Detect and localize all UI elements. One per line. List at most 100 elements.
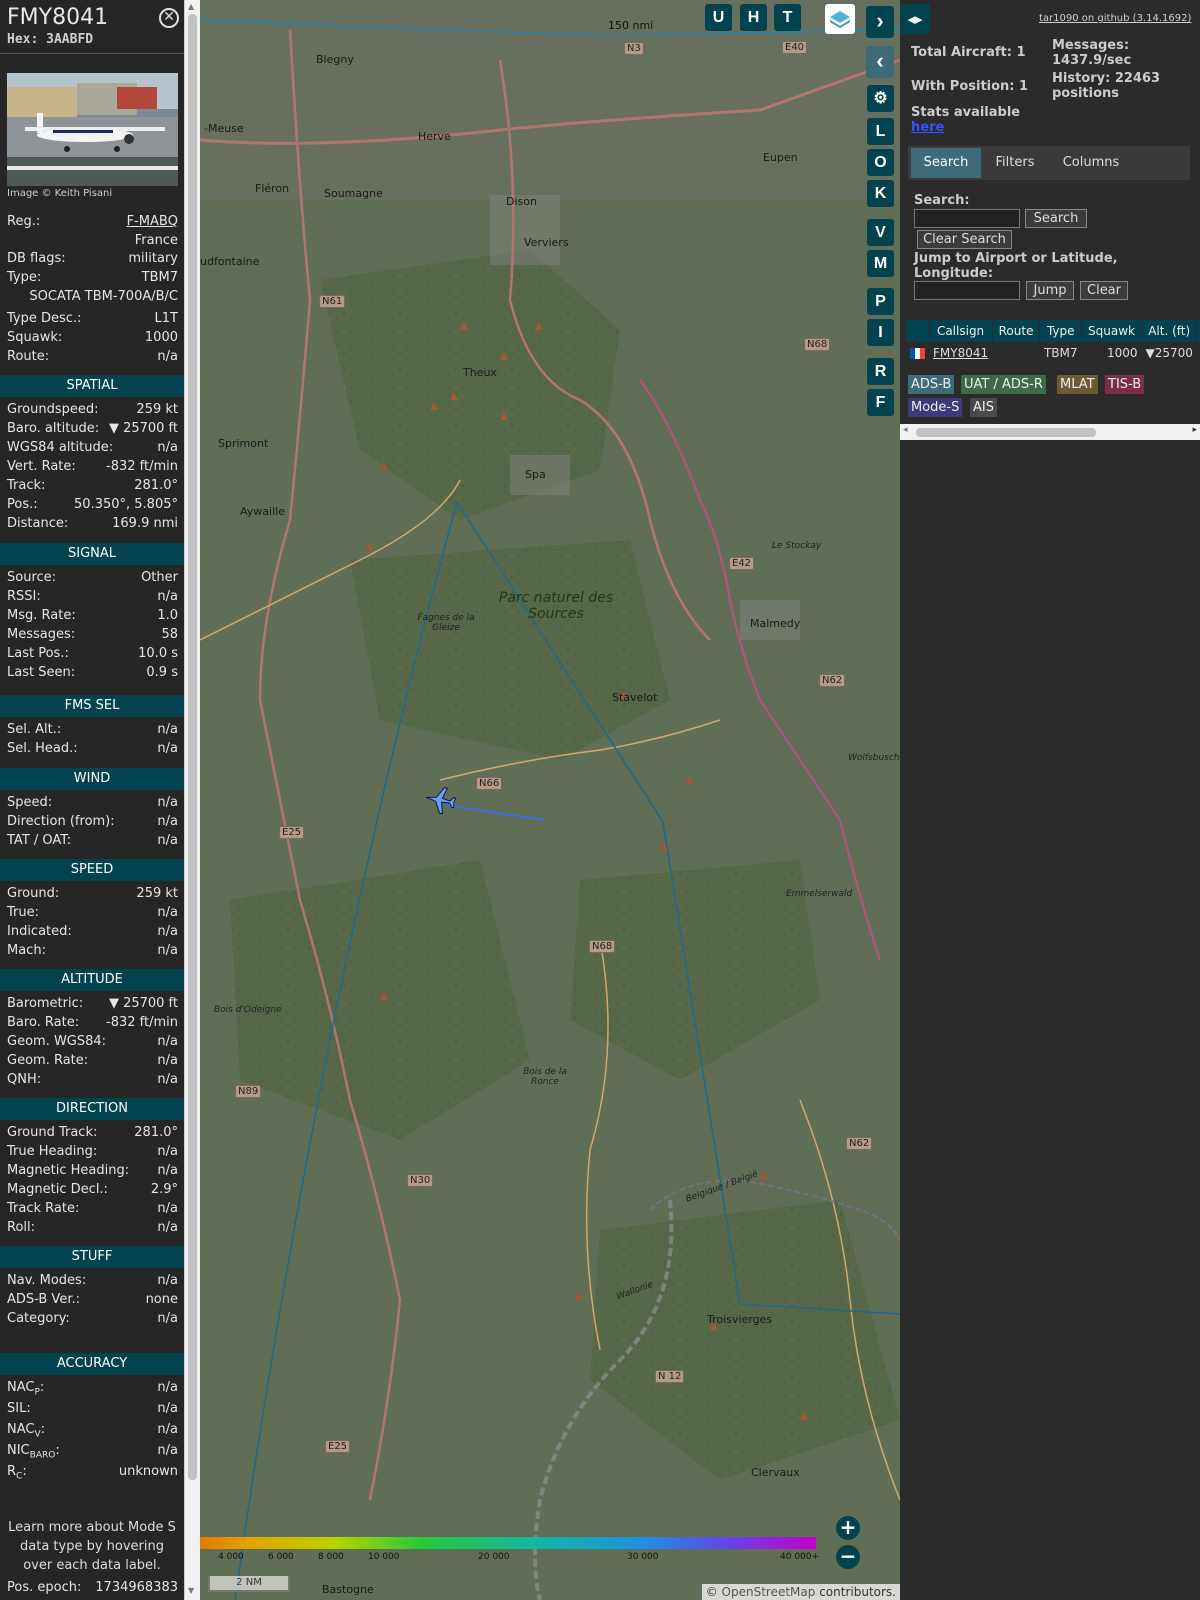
info-row: Ground: 259 kt: [7, 886, 178, 901]
map-label-town: Aywaille: [240, 505, 285, 518]
info-row: Last Seen: 0.9 s: [7, 665, 178, 680]
info-row: True: n/a: [7, 905, 178, 920]
scroll-up-arrow-icon[interactable]: ▲: [188, 2, 194, 11]
info-row: Geom. Rate: n/a: [7, 1053, 178, 1068]
selected-hex: Hex: 3AABFD: [7, 32, 94, 47]
altitude-legend-tick: 8 000: [318, 1552, 344, 1562]
scroll-right-arrow-icon[interactable]: ▸: [1192, 425, 1197, 435]
zoom-in-button[interactable]: +: [836, 1516, 860, 1540]
altitude-legend-tick: 40 000+: [780, 1552, 820, 1562]
map-label-town: Verviers: [524, 236, 569, 249]
table-header-route[interactable]: Route: [992, 320, 1041, 342]
table-header-altitude[interactable]: Alt. (ft): [1141, 320, 1198, 342]
table-scrollbar-thumb[interactable]: [916, 428, 1096, 437]
tab-filters[interactable]: Filters: [984, 148, 1046, 178]
info-row: True Heading: n/a: [7, 1144, 178, 1159]
map-button-o[interactable]: O: [867, 149, 894, 176]
map-label-town: Troisvierges: [707, 1313, 773, 1326]
map-button-m[interactable]: M: [867, 250, 894, 277]
source-badge-ais[interactable]: AIS: [970, 398, 997, 417]
tab-columns[interactable]: Columns: [1049, 148, 1133, 178]
map-button-l[interactable]: L: [867, 118, 894, 145]
map-label-town: Eupen: [763, 151, 798, 164]
osm-link[interactable]: OpenStreetMap: [722, 1585, 816, 1599]
search-label: Search:: [914, 193, 970, 208]
collapse-left-chevron-icon[interactable]: ‹: [866, 46, 894, 78]
section-signal: SIGNAL: [0, 543, 184, 565]
map-label-place: Bois d'Odeigne: [214, 1005, 282, 1015]
road-shield: E25: [279, 826, 305, 839]
map-label-town: Fléron: [255, 182, 290, 195]
map-label-park: Parc naturel des Sources: [498, 590, 614, 622]
table-header-squawk[interactable]: Squawk: [1081, 320, 1142, 342]
road-shield: N61: [319, 295, 346, 308]
map-button-p[interactable]: P: [867, 288, 894, 315]
scroll-left-arrow-icon[interactable]: ◂: [903, 425, 908, 435]
source-badge-tisb[interactable]: TIS-B: [1105, 375, 1145, 394]
range-ring-label: 150 nmi: [608, 19, 654, 32]
map-button-u[interactable]: U: [705, 4, 732, 31]
search-input[interactable]: [914, 209, 1020, 228]
info-row: Direction (from): n/a: [7, 814, 178, 829]
aircraft-photo[interactable]: [7, 73, 178, 186]
map-button-h[interactable]: H: [740, 4, 767, 31]
altitude-legend-tick: 20 000: [478, 1552, 510, 1562]
info-row: Track Rate: n/a: [7, 1201, 178, 1216]
source-badge-mlat[interactable]: MLAT: [1057, 375, 1098, 394]
table-header-callsign[interactable]: Callsign: [929, 320, 993, 342]
row-type: TBM7: [1043, 345, 1078, 360]
road-shield: N62: [846, 1137, 873, 1150]
photo-credit: Image © Keith Pisani: [7, 188, 113, 199]
expand-right-chevron-icon[interactable]: ›: [866, 6, 894, 38]
info-row: Distance: 169.9 nmi: [7, 516, 178, 531]
jump-button[interactable]: Jump: [1026, 281, 1074, 300]
layers-button[interactable]: [825, 4, 855, 34]
map-button-v[interactable]: V: [867, 219, 894, 246]
table-horizontal-scrollbar[interactable]: ◂ ▸: [900, 424, 1200, 440]
clear-search-button[interactable]: Clear Search: [917, 230, 1012, 249]
road-shield: N3: [624, 42, 644, 55]
map-label-town: Blegny: [316, 53, 354, 66]
map-button-k[interactable]: K: [867, 180, 894, 207]
jump-input[interactable]: [914, 281, 1020, 300]
altitude-legend-tick: 10 000: [368, 1552, 400, 1562]
road-shield: N 12: [655, 1370, 685, 1383]
scroll-down-arrow-icon[interactable]: ▼: [188, 1586, 194, 1595]
github-link[interactable]: tar1090 on github (3.14.1692): [1039, 13, 1191, 24]
toggle-sidebar-arrows-icon[interactable]: ◂▸: [900, 4, 930, 34]
map-button-r[interactable]: R: [867, 358, 894, 385]
info-row: Geom. WGS84: n/a: [7, 1034, 178, 1049]
search-button[interactable]: Search: [1025, 209, 1087, 228]
messages-rate: Messages: 1437.9/sec: [1052, 38, 1132, 68]
info-scrollbar[interactable]: ▲ ▼: [184, 0, 200, 1600]
tab-search[interactable]: Search: [911, 148, 981, 178]
source-badge-adsb[interactable]: ADS-B: [908, 375, 955, 394]
map-label-place: Emmelserwald: [786, 889, 853, 899]
registration-link[interactable]: F-MABQ: [127, 214, 178, 229]
map-label-town: Clervaux: [751, 1466, 800, 1479]
map-button-t[interactable]: T: [774, 4, 801, 31]
stats-link[interactable]: here: [911, 120, 944, 135]
info-scrollbar-thumb[interactable]: [188, 14, 197, 1480]
close-icon[interactable]: ✕: [159, 8, 179, 28]
table-row[interactable]: FMY8041 TBM7 1000 ▼25700: [906, 342, 1200, 363]
map-view[interactable]: Blegny Herve Eupen Fléron Soumagne Dison…: [200, 0, 900, 1600]
info-row: Vert. Rate: -832 ft/min: [7, 459, 178, 474]
clear-button[interactable]: Clear: [1080, 281, 1128, 300]
source-badge-uat[interactable]: UAT / ADS-R: [961, 375, 1046, 394]
source-badge-modes[interactable]: Mode-S: [908, 398, 963, 417]
map-button-f[interactable]: F: [867, 389, 894, 416]
map-label-town: Stavelot: [612, 691, 658, 704]
table-header-type[interactable]: Type: [1039, 320, 1083, 342]
row-callsign[interactable]: FMY8041: [929, 342, 992, 363]
map-label-town: Bastogne: [322, 1583, 374, 1596]
aircraft-list-panel: ◂▸ tar1090 on github (3.14.1692) Total A…: [900, 0, 1200, 1600]
map-button-i[interactable]: I: [867, 319, 894, 346]
info-row: Barometric: ▼ 25700 ft: [7, 996, 178, 1011]
map-label-town: Theux: [463, 366, 497, 379]
map-label-place: Bois de la Ronce: [523, 1067, 567, 1087]
settings-gear-icon[interactable]: ⚙: [867, 85, 894, 112]
zoom-out-button[interactable]: −: [836, 1545, 860, 1569]
map-label-town: Malmedy: [750, 617, 801, 630]
map-label-town: Dison: [506, 195, 537, 208]
